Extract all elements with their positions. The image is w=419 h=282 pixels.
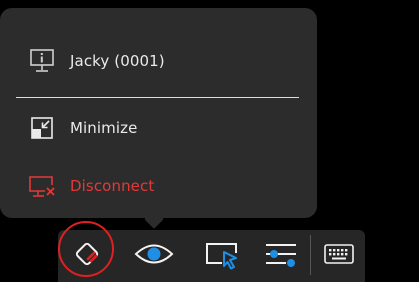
session-info-row: Jacky (0001)	[0, 41, 317, 81]
keyboard-button[interactable]	[316, 230, 362, 282]
session-popup-menu: Jacky (0001) Minimize Disconnect	[0, 8, 317, 218]
sliders-icon	[262, 238, 300, 274]
minimize-label: Minimize	[70, 119, 138, 137]
remote-control-button[interactable]	[194, 230, 250, 282]
settings-button[interactable]	[256, 230, 306, 282]
monitor-info-icon	[28, 47, 56, 75]
collapse-toolbar-button[interactable]	[60, 230, 114, 282]
disconnect-monitor-icon	[28, 172, 56, 200]
disconnect-menu-item[interactable]: Disconnect	[0, 166, 317, 206]
keyboard-icon	[323, 242, 355, 270]
eraser-icon	[67, 234, 107, 278]
toolbar-separator	[310, 235, 311, 275]
session-name-label: Jacky (0001)	[70, 52, 165, 70]
disconnect-label: Disconnect	[70, 177, 155, 195]
eye-icon	[133, 239, 175, 273]
menu-divider	[16, 97, 299, 98]
bottom-toolbar	[58, 230, 365, 282]
view-only-button[interactable]	[122, 230, 186, 282]
minimize-menu-item[interactable]: Minimize	[0, 108, 317, 148]
screen-cursor-icon	[202, 238, 242, 274]
minimize-window-icon	[28, 114, 56, 142]
